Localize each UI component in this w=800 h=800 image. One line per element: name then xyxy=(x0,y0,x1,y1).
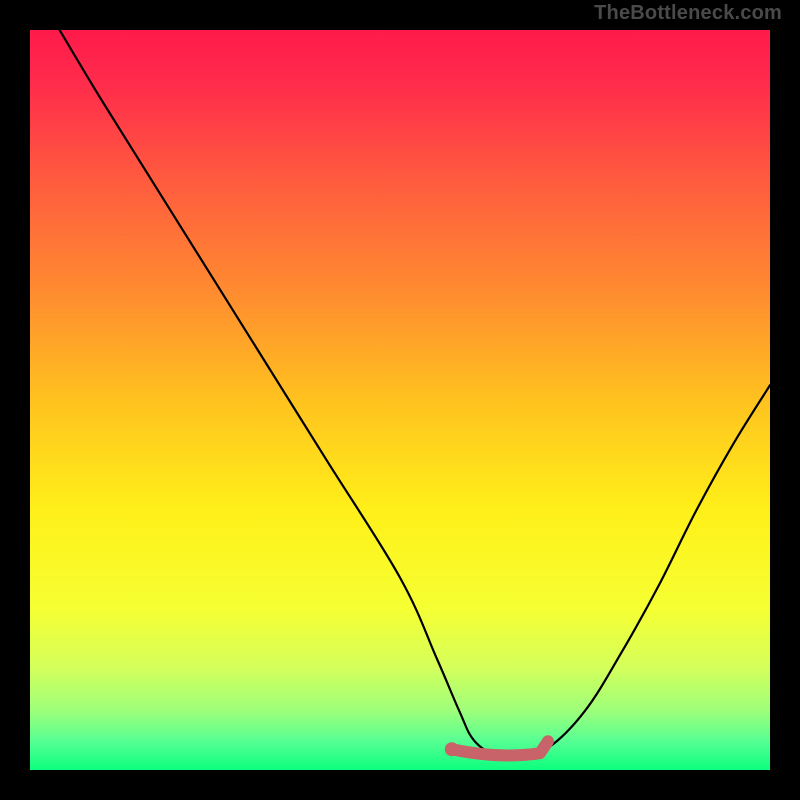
optimal-range-marker xyxy=(452,741,548,755)
watermark-text: TheBottleneck.com xyxy=(594,2,782,25)
optimal-start-dot xyxy=(445,742,459,756)
plot-area xyxy=(30,30,770,770)
bottleneck-curve xyxy=(60,30,770,757)
curve-layer xyxy=(30,30,770,770)
chart-canvas: TheBottleneck.com xyxy=(0,0,800,800)
